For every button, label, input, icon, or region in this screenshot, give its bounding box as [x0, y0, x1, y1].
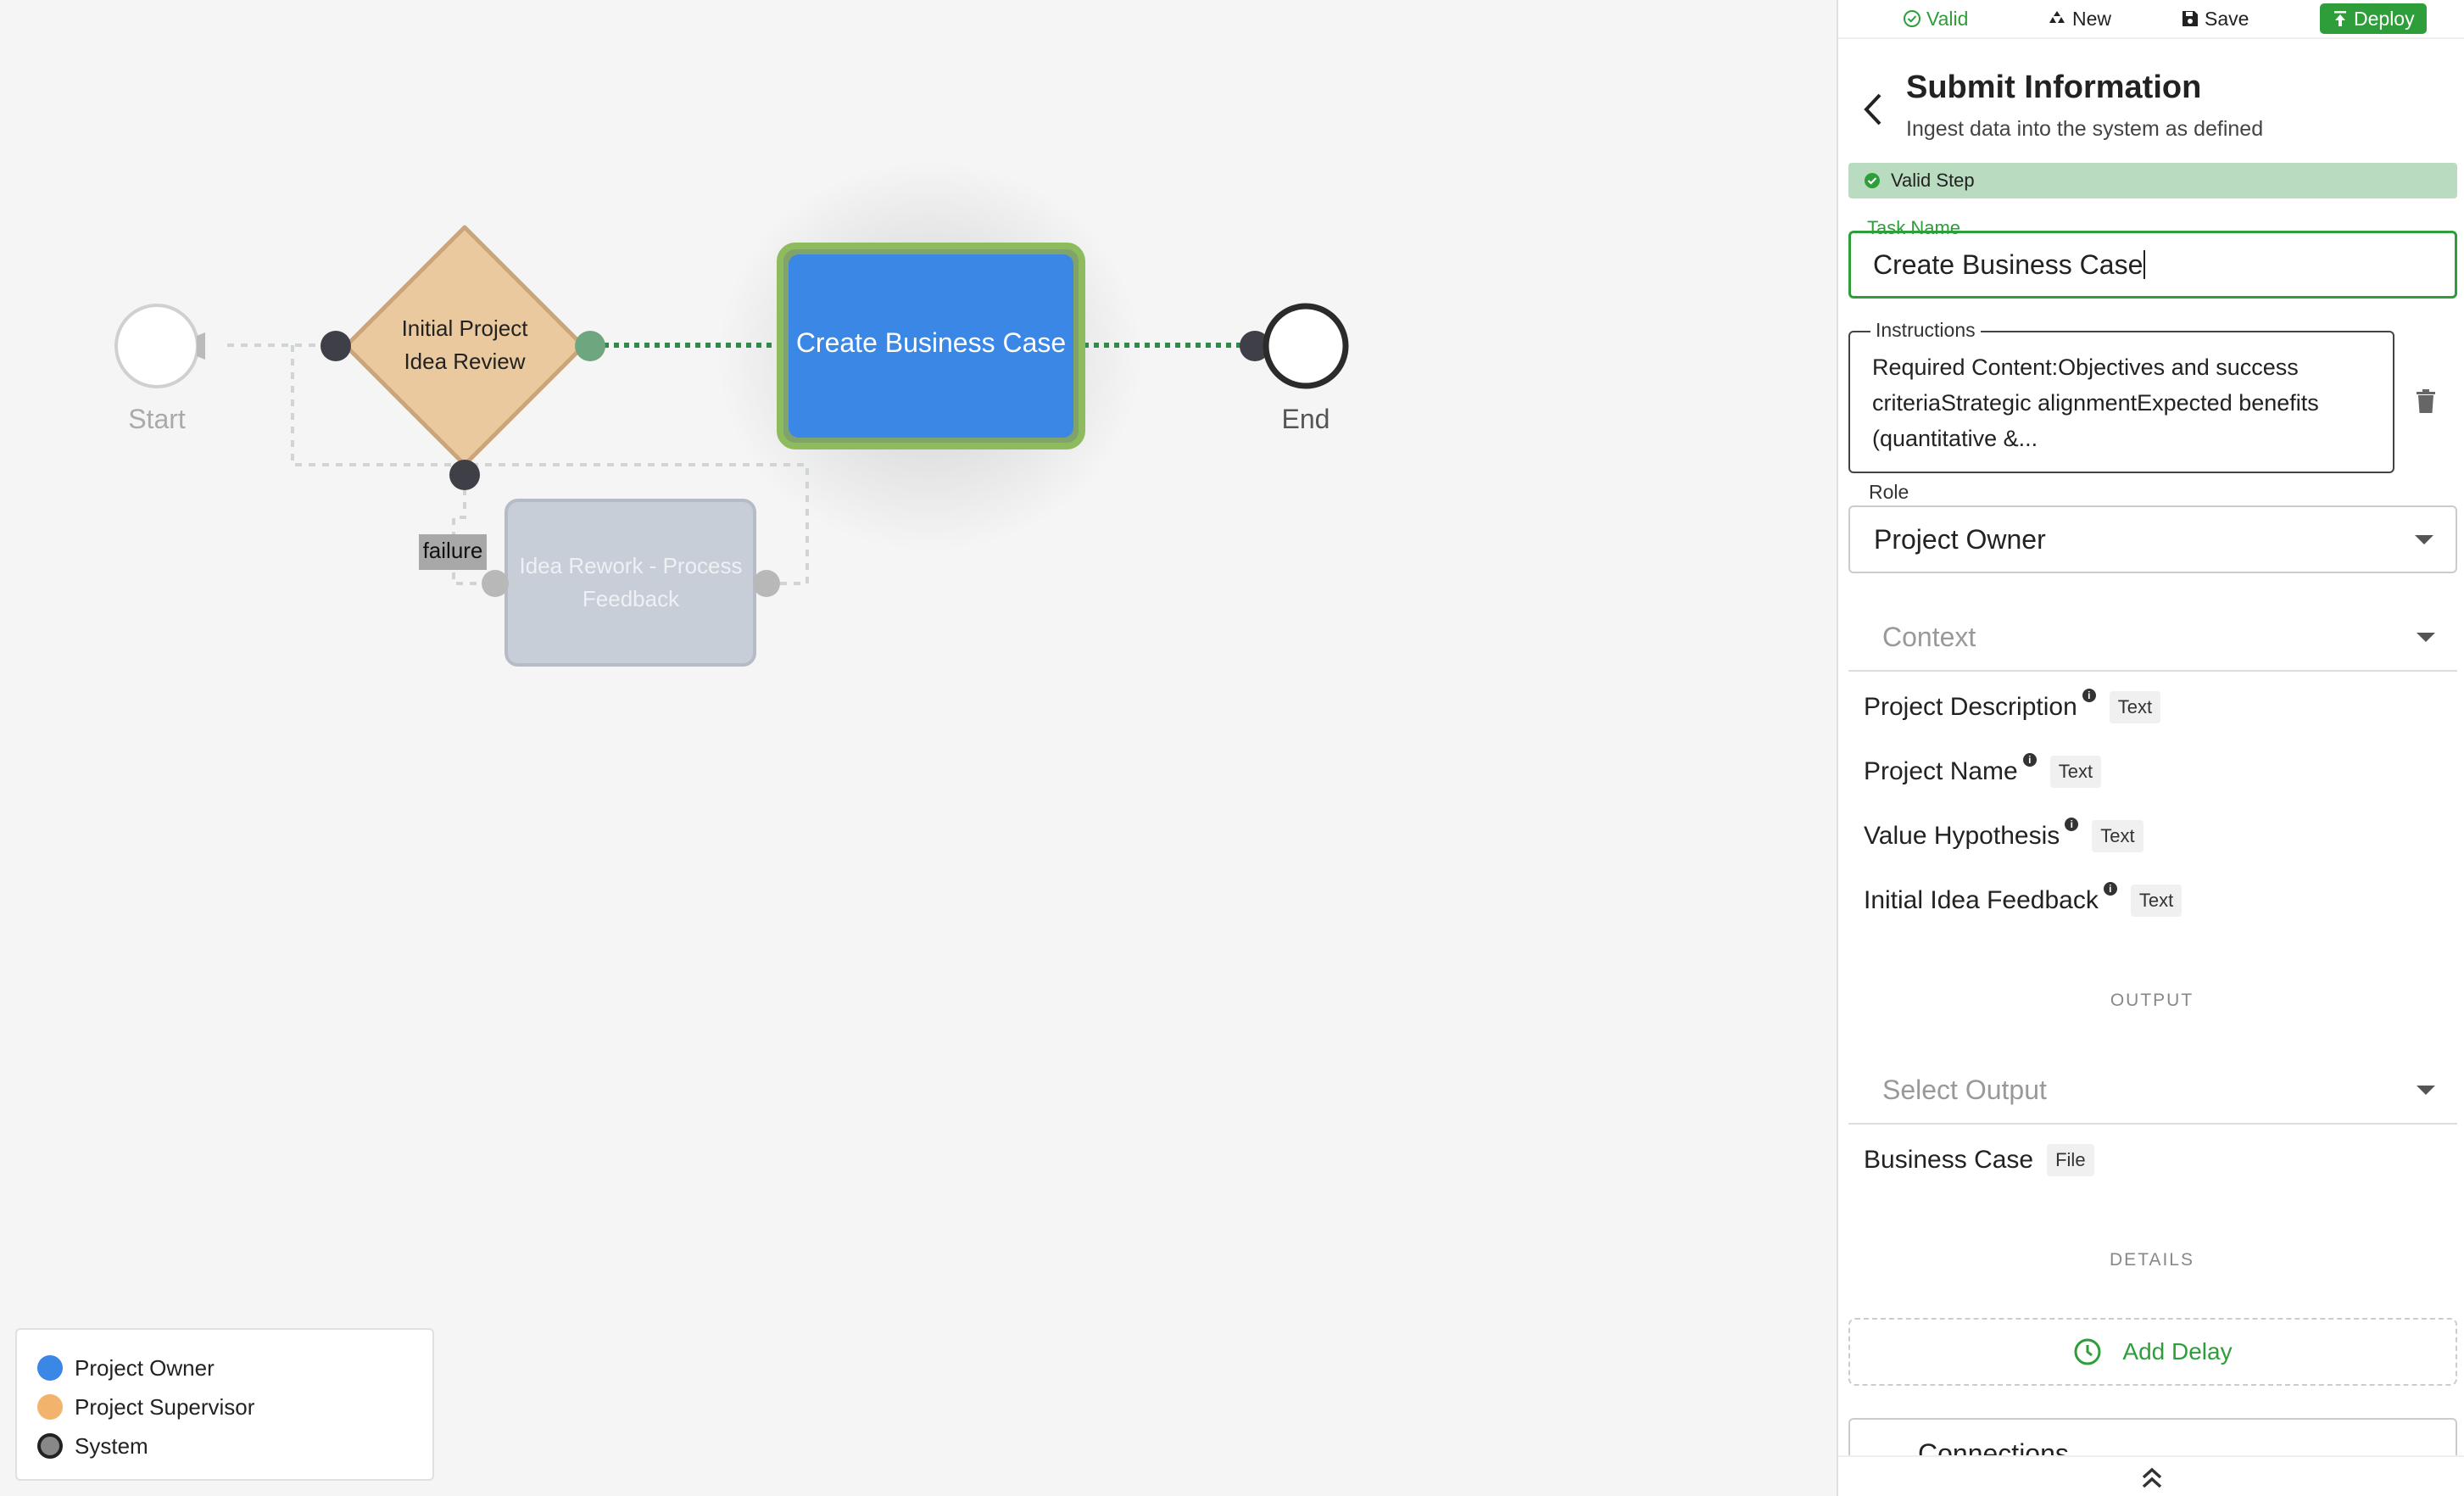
instructions-label: Instructions [1870, 319, 1981, 342]
save-button-label: Save [2205, 7, 2249, 30]
task-name-value: Create Business Case [1873, 248, 2143, 280]
role-value: Project Owner [1874, 523, 2046, 555]
output-item-name: Business Case [1864, 1146, 2034, 1174]
details-section-heading: DETAILS [2110, 1250, 2194, 1270]
role-label: Role [1869, 481, 1909, 503]
legend-label: System [75, 1432, 148, 1459]
info-icon[interactable]: i [2022, 753, 2037, 767]
project-supervisor-color-dot [37, 1394, 63, 1420]
start-node[interactable] [114, 304, 205, 388]
output-placeholder: Select Output [1882, 1074, 2047, 1105]
rework-output-handle[interactable] [753, 570, 780, 597]
context-item-name: Value Hypothesis [1864, 822, 2060, 850]
end-node[interactable] [1263, 303, 1349, 389]
legend-item-project-owner: Project Owner [37, 1348, 412, 1387]
delete-instructions-button[interactable] [2415, 388, 2437, 418]
new-button[interactable]: New [2047, 3, 2111, 34]
text-cursor [2143, 250, 2146, 279]
add-delay-button[interactable]: Add Delay [1848, 1318, 2457, 1386]
expand-panel-button[interactable] [1838, 1455, 2464, 1496]
context-item: Project Name i Text [1864, 753, 2102, 789]
failure-edge-label: failure [422, 538, 483, 563]
back-button[interactable] [1855, 88, 1889, 131]
valid-button-label: Valid [1926, 7, 1969, 30]
legend-item-system: System [37, 1426, 412, 1465]
workflow-diagram [114, 161, 1349, 667]
new-button-label: New [2072, 7, 2112, 30]
context-item-type: Text [2109, 691, 2161, 723]
output-section-heading: OUTPUT [2110, 991, 2194, 1010]
info-icon[interactable]: i [2082, 689, 2096, 702]
task-name-label: Task Name [1867, 217, 1961, 238]
decision-label-line2: Idea Review [404, 349, 526, 374]
check-circle-icon [1904, 10, 1920, 27]
decision-label-line1: Initial Project [401, 315, 528, 341]
status-text: Valid Step [1891, 170, 1975, 191]
context-item-name: Initial Idea Feedback [1864, 886, 2099, 914]
panel-subtitle: Ingest data into the system as defined [1906, 117, 2264, 141]
chevron-left-icon [1864, 93, 1881, 126]
task-name-field[interactable]: Create Business Case [1848, 231, 2457, 299]
context-placeholder: Context [1882, 621, 1976, 652]
rework-label-line2: Feedback [582, 586, 680, 611]
start-label: Start [128, 404, 186, 434]
instructions-line: Required Content:Objectives and success [1872, 354, 2299, 380]
end-label: End [1281, 404, 1330, 434]
add-delay-label: Add Delay [2122, 1338, 2233, 1365]
context-item-type: Text [2130, 885, 2182, 917]
save-button[interactable]: Save [2181, 3, 2249, 34]
task-label: Create Business Case [795, 327, 1067, 358]
check-circle-icon [1865, 173, 1880, 188]
context-item: Value Hypothesis i Text [1864, 818, 2143, 853]
context-item-name: Project Description [1864, 693, 2077, 721]
upload-icon [2334, 11, 2346, 26]
decision-input-handle[interactable] [321, 331, 351, 361]
output-item-type: File [2047, 1144, 2094, 1176]
panel-title: Submit Information [1906, 70, 2202, 105]
decision-failure-handle[interactable] [449, 460, 480, 490]
role-legend: Project Owner Project Supervisor System [15, 1328, 434, 1481]
toolbar: Valid New Save Deploy [1838, 0, 2464, 39]
instructions-field[interactable]: Required Content:Objectives and success … [1848, 331, 2394, 473]
rework-input-handle[interactable] [482, 570, 509, 597]
double-chevron-up-icon [2142, 1467, 2162, 1488]
legend-item-project-supervisor: Project Supervisor [37, 1387, 412, 1426]
context-item: Initial Idea Feedback i Text [1864, 882, 2182, 918]
deploy-button-label: Deploy [2354, 7, 2415, 30]
step-properties-panel: Valid New Save Deploy Submit Information… [1837, 0, 2464, 1496]
context-select[interactable]: Context [1848, 604, 2457, 672]
legend-label: Project Supervisor [75, 1393, 255, 1420]
floppy-disk-icon [2182, 11, 2198, 26]
decision-output-handle[interactable] [575, 331, 605, 361]
decision-label: Initial Project Idea Review [363, 312, 566, 378]
context-item-type: Text [2049, 756, 2102, 788]
chevron-down-icon [2415, 535, 2433, 544]
project-owner-color-dot [37, 1355, 63, 1381]
legend-label: Project Owner [75, 1354, 215, 1381]
instructions-line: criteriaStrategic alignmentExpected bene… [1872, 390, 2319, 416]
info-icon[interactable]: i [2103, 882, 2117, 896]
output-item: Business Case File [1864, 1143, 2094, 1177]
context-item: Project Description i Text [1864, 689, 2161, 724]
deploy-button[interactable]: Deploy [2320, 3, 2427, 34]
role-select[interactable]: Project Owner [1848, 505, 2457, 573]
chevron-down-icon [2417, 1086, 2435, 1095]
recycle-icon [2049, 11, 2065, 23]
instructions-line: (quantitative &... [1872, 426, 2038, 451]
trash-icon [2417, 389, 2435, 413]
context-item-type: Text [2092, 820, 2143, 852]
rework-label: Idea Rework - Process Feedback [509, 550, 753, 616]
context-item-name: Project Name [1864, 757, 2018, 785]
status-banner: Valid Step [1848, 163, 2457, 198]
chevron-down-icon [2417, 633, 2435, 642]
clock-icon [2074, 1338, 2101, 1365]
system-color-dot [37, 1433, 63, 1459]
output-select[interactable]: Select Output [1848, 1057, 2457, 1125]
valid-button[interactable]: Valid [1903, 3, 1968, 34]
info-icon[interactable]: i [2065, 818, 2079, 831]
rework-label-line1: Idea Rework - Process [519, 553, 743, 578]
workflow-canvas[interactable]: Start Initial Project Idea Review Create… [0, 0, 1837, 1496]
